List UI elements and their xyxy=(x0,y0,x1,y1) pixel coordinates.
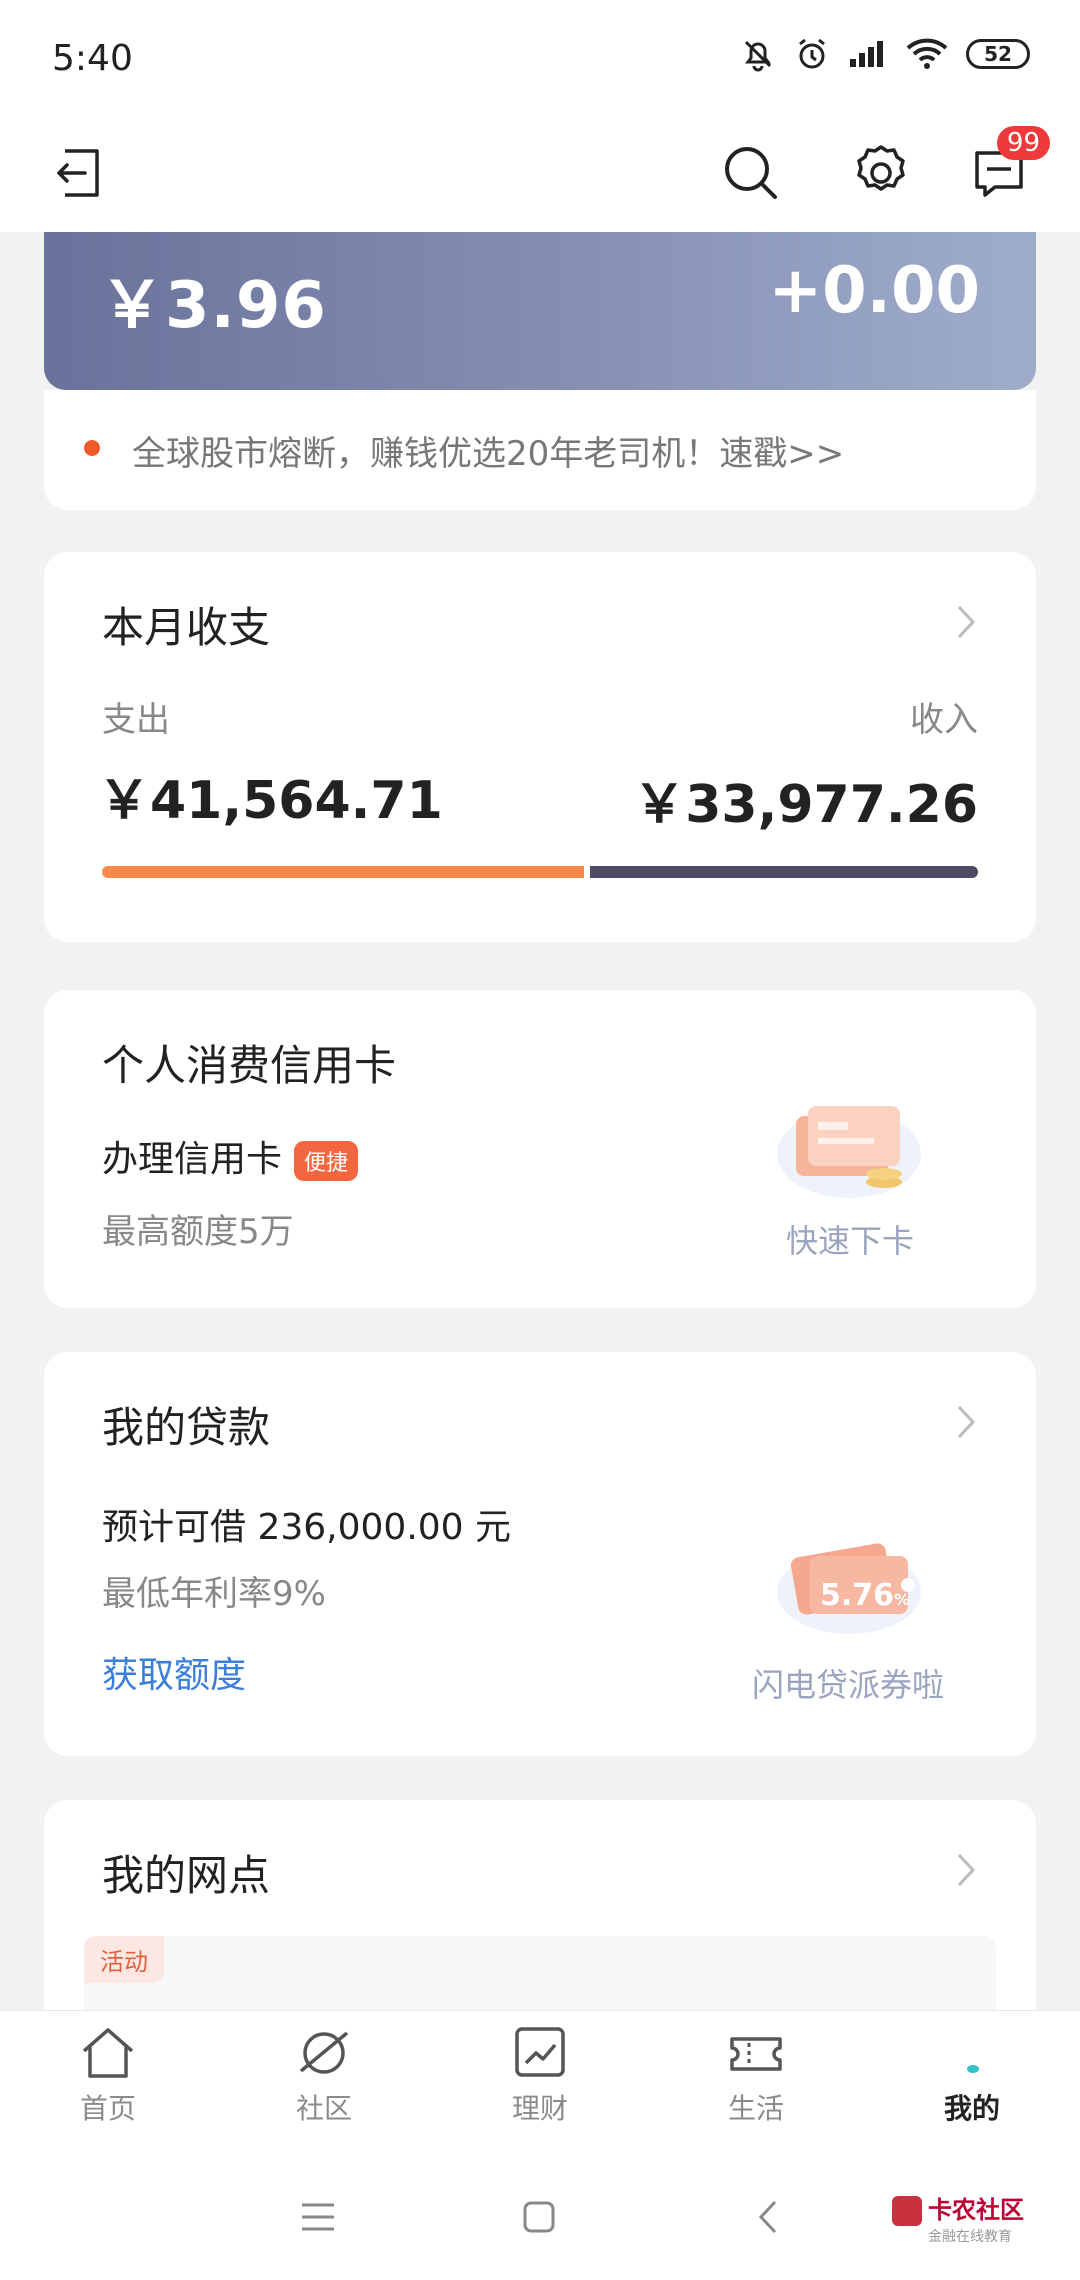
wifi-icon xyxy=(906,38,948,69)
branch-card[interactable]: 我的网点 活动 xyxy=(44,1800,1036,2010)
income-label: 收入 xyxy=(910,700,978,740)
tab-label: 首页 xyxy=(79,2092,136,2125)
loan-rate-text: 最低年利率9% xyxy=(102,1574,326,1614)
signal-icon xyxy=(850,41,883,67)
expense-value: ￥41,564.71 xyxy=(98,771,443,831)
status-icons: 52 xyxy=(740,36,1030,72)
daily-change-value: +0.00 xyxy=(768,254,980,328)
home-icon xyxy=(82,2028,134,2078)
profile-icon xyxy=(967,2065,979,2073)
notice-dot xyxy=(84,440,100,456)
logout-button[interactable] xyxy=(44,138,114,208)
tab-community[interactable]: 社区 xyxy=(254,2025,394,2127)
tab-label: 我的 xyxy=(943,2092,1000,2125)
status-bar: 5:40 52 xyxy=(0,0,1080,116)
gear-icon xyxy=(857,145,905,191)
total-assets-value: ￥3.96 xyxy=(100,269,327,343)
credit-apply-row: 办理信用卡 便捷 xyxy=(102,1130,359,1182)
income-progress-bar xyxy=(590,866,978,878)
coupon-unit: % xyxy=(894,1590,911,1609)
alarm-icon xyxy=(799,38,825,69)
message-count-badge: 99 xyxy=(996,126,1050,160)
mute-bell-icon xyxy=(744,40,772,72)
credit-apply-label: 办理信用卡 xyxy=(102,1139,283,1180)
credit-limit-text: 最高额度5万 xyxy=(102,1212,294,1252)
status-time: 5:40 xyxy=(52,38,133,79)
search-icon xyxy=(725,147,777,199)
tab-label: 生活 xyxy=(727,2092,784,2125)
expense-progress-bar xyxy=(102,866,584,878)
settings-button[interactable] xyxy=(846,138,916,208)
monthly-summary-card[interactable]: 本月收支 支出 收入 ￥41,564.71 ￥33,977.26 xyxy=(44,552,1036,942)
card-title: 本月收支 xyxy=(102,603,271,652)
menu-icon[interactable] xyxy=(300,2202,336,2232)
coupon-rate: 5.76% xyxy=(820,1578,910,1613)
branch-activity-panel[interactable]: 活动 xyxy=(84,1936,996,2010)
loan-estimate-text: 预计可借 236,000.00 元 xyxy=(102,1507,512,1548)
chevron-right-icon xyxy=(957,605,976,639)
expense-label: 支出 xyxy=(102,700,170,740)
watermark-subtitle: 金融在线教育 xyxy=(928,2229,1012,2245)
system-navigation-bar: 卡农社区 金融在线教育 xyxy=(0,2150,1080,2280)
credit-card-card[interactable]: 个人消费信用卡 办理信用卡 便捷 最高额度5万 快速下卡 xyxy=(44,990,1036,1308)
coupon-value: 5.76 xyxy=(820,1578,895,1613)
ticket-icon xyxy=(730,2037,782,2071)
home-square-icon[interactable] xyxy=(522,2200,556,2234)
tab-home[interactable]: 首页 xyxy=(38,2025,178,2127)
bottom-tab-bar: 首页 社区 理财 生活 我的 xyxy=(0,2010,1080,2151)
notice-banner[interactable]: 全球股市熔断，赚钱优选20年老司机！速戳>> xyxy=(44,390,1036,510)
tab-life[interactable]: 生活 xyxy=(686,2025,826,2127)
messages-button[interactable]: 99 xyxy=(964,126,1050,208)
tab-label: 社区 xyxy=(295,2092,352,2125)
notice-text: 全球股市熔断，赚钱优选20年老司机！速戳>> xyxy=(132,434,845,474)
watermark-logo-icon xyxy=(892,2196,922,2226)
tab-profile[interactable]: 我的 xyxy=(902,2025,1042,2127)
get-credit-link[interactable]: 获取额度 xyxy=(102,1646,246,1698)
logout-icon xyxy=(57,149,99,197)
back-icon[interactable] xyxy=(758,2200,778,2234)
kanong-watermark: 卡农社区 金融在线教育 xyxy=(892,2190,1024,2246)
chevron-right-icon xyxy=(957,1853,976,1887)
convenient-badge: 便捷 xyxy=(294,1141,359,1181)
card-title: 我的网点 xyxy=(102,1851,271,1900)
search-button[interactable] xyxy=(716,138,786,208)
tab-wealth[interactable]: 理财 xyxy=(470,2025,610,2127)
watermark-title: 卡农社区 xyxy=(928,2196,1024,2224)
credit-promo-text: 快速下卡 xyxy=(786,1222,915,1260)
loan-promo-text: 闪电贷派券啦 xyxy=(752,1666,945,1704)
asset-summary-banner[interactable]: ￥3.96 +0.00 xyxy=(44,232,1036,390)
battery-indicator: 52 xyxy=(966,39,1030,69)
credit-card-illustration-icon xyxy=(777,1106,921,1198)
main-content[interactable]: ￥3.96 +0.00 全球股市熔断，赚钱优选20年老司机！速戳>> 本月收支 … xyxy=(0,232,1080,2010)
top-app-bar: 99 xyxy=(0,116,1080,232)
card-title: 我的贷款 xyxy=(102,1403,271,1452)
income-value: ￥33,977.26 xyxy=(633,775,978,835)
planet-icon xyxy=(299,2031,349,2074)
card-title: 个人消费信用卡 xyxy=(102,1041,397,1090)
chevron-right-icon xyxy=(957,1405,976,1439)
activity-tag: 活动 xyxy=(84,1936,164,1983)
chart-icon xyxy=(515,2027,565,2077)
loan-card[interactable]: 我的贷款 预计可借 236,000.00 元 最低年利率9% 获取额度 5.76… xyxy=(44,1352,1036,1756)
tab-label: 理财 xyxy=(511,2092,568,2125)
